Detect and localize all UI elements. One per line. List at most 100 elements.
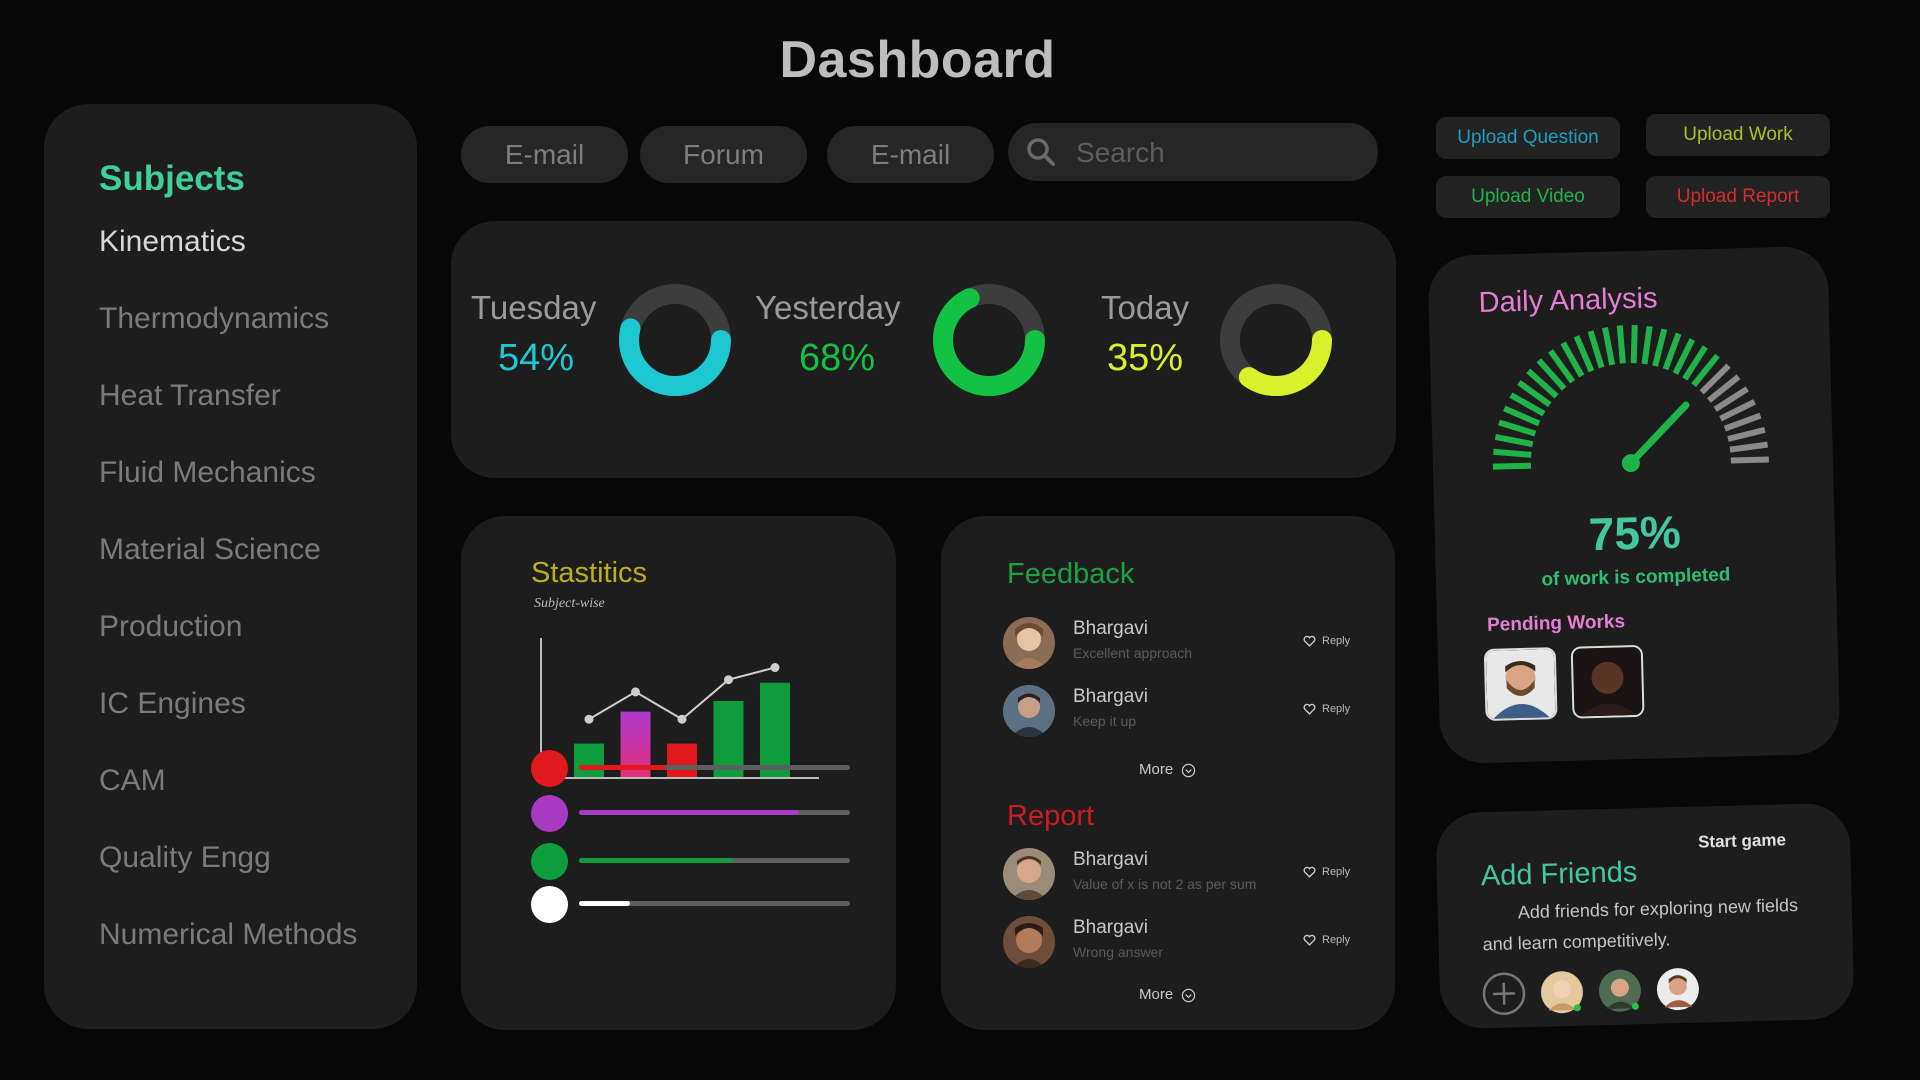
progress-percent: 35% (1107, 337, 1184, 379)
chart-bar (667, 743, 697, 777)
gauge-tick (1494, 433, 1534, 448)
gauge-tick (1641, 325, 1653, 365)
sidebar-item-ic-engines[interactable]: IC Engines (99, 687, 246, 721)
feedback-item: Bhargavi Excellent approach Reply (1003, 617, 1363, 673)
avatar (1003, 916, 1055, 968)
subjects-heading: Subjects (99, 159, 245, 198)
email-tab-2[interactable]: E-mail (827, 126, 994, 183)
upload-work-button[interactable]: Upload Work (1646, 114, 1830, 156)
commenter-name: Bhargavi (1073, 618, 1148, 639)
upload-question-button[interactable]: Upload Question (1436, 117, 1620, 159)
reply-label: Reply (1322, 866, 1351, 878)
sidebar-item-heat-transfer[interactable]: Heat Transfer (99, 379, 281, 413)
progress-dot (531, 886, 568, 923)
email-tab[interactable]: E-mail (461, 126, 628, 183)
sidebar-item-fluid-mechanics[interactable]: Fluid Mechanics (99, 456, 316, 490)
more-label: More (1139, 986, 1174, 1003)
avatar (1003, 617, 1055, 669)
sidebar-item-quality-engg[interactable]: Quality Engg (99, 841, 271, 875)
progress-percent: 68% (799, 337, 876, 379)
friend-avatar[interactable] (1597, 968, 1642, 1013)
avatar (1003, 848, 1055, 900)
heart-icon (1303, 934, 1316, 946)
search-input[interactable] (1074, 123, 1368, 183)
chevron-down-icon (1181, 988, 1196, 1002)
gauge-tick (1730, 456, 1769, 464)
completion-caption: of work is completed (1541, 564, 1731, 591)
search-box (1008, 123, 1378, 183)
reply-button[interactable]: Reply (1303, 703, 1350, 715)
friend-avatar[interactable] (1539, 970, 1584, 1015)
daily-analysis-title: Daily Analysis (1478, 282, 1658, 319)
chart-point (724, 675, 733, 685)
progress-fill (579, 765, 666, 770)
sidebar-item-cam[interactable]: CAM (99, 764, 166, 798)
commenter-name: Bhargavi (1073, 686, 1148, 707)
chart-bar (760, 682, 790, 777)
progress-fill (579, 901, 631, 906)
subjects-sidebar: Subjects Kinematics Thermodynamics Heat … (44, 104, 417, 1029)
sidebar-item-production[interactable]: Production (99, 610, 242, 644)
sidebar-item-numerical-methods[interactable]: Numerical Methods (99, 918, 357, 952)
upload-question-label: Upload Question (1457, 127, 1599, 148)
gauge-tick (1630, 325, 1638, 364)
avatar (1003, 685, 1055, 737)
sidebar-item-thermodynamics[interactable]: Thermodynamics (99, 302, 329, 336)
progress-day-label: Tuesday (471, 289, 597, 326)
sidebar-item-kinematics[interactable]: Kinematics (99, 225, 246, 259)
comment-text: Keep it up (1073, 713, 1137, 729)
add-friend-plus-icon[interactable] (1481, 971, 1526, 1016)
add-friends-description: Add friends for exploring new fields and… (1482, 894, 1799, 955)
upload-report-label: Upload Report (1676, 186, 1800, 207)
forum-tab[interactable]: Forum (640, 126, 807, 183)
pending-work-avatar[interactable] (1570, 644, 1645, 719)
progress-day-label: Today (1101, 289, 1190, 326)
chart-bar (574, 743, 604, 777)
reply-button[interactable]: Reply (1303, 934, 1350, 946)
pending-works-title: Pending Works (1486, 611, 1626, 636)
chart-point (584, 714, 594, 724)
statistics-title: Stastitics (531, 557, 648, 589)
chart-point (631, 687, 640, 697)
completion-percent: 75% (1588, 505, 1682, 561)
more-label: More (1139, 761, 1174, 778)
reply-button[interactable]: Reply (1303, 866, 1350, 878)
progress-track (579, 810, 850, 815)
chart-point (677, 714, 687, 724)
progress-percent: 54% (498, 337, 575, 379)
reply-button[interactable]: Reply (1303, 635, 1350, 647)
sidebar-item-material-science[interactable]: Material Science (99, 533, 321, 567)
chart-point (770, 663, 780, 673)
gauge-tick (1729, 441, 1769, 453)
upload-video-label: Upload Video (1471, 186, 1585, 207)
progress-track (579, 765, 850, 770)
statistics-panel: Stastitics Subject-wise (461, 516, 896, 1030)
pending-work-avatar[interactable] (1483, 647, 1558, 721)
comment-text: Excellent approach (1073, 645, 1193, 661)
feedback-item: Bhargavi Keep it up Reply (1003, 685, 1363, 741)
upload-report-button[interactable]: Upload Report (1646, 176, 1830, 218)
heart-icon (1303, 703, 1316, 715)
progress-dot (531, 843, 568, 880)
report-item: Bhargavi Wrong answer Reply (1003, 916, 1363, 972)
start-game-button[interactable]: Start game (1698, 830, 1786, 852)
progress-dot (531, 795, 568, 832)
completion-gauge (1492, 325, 1769, 473)
gauge-tick (1652, 328, 1668, 367)
gauge-tick (1602, 326, 1616, 366)
report-more-button[interactable]: More (1139, 986, 1196, 1003)
progress-fill (579, 810, 799, 815)
commenter-name: Bhargavi (1073, 917, 1148, 938)
comment-text: Value of x is not 2 as per sum (1073, 876, 1257, 892)
friend-avatar[interactable] (1655, 967, 1700, 1012)
commenter-name: Bhargavi (1073, 849, 1148, 870)
daily-analysis-panel: Daily Analysis 75% of work is completed … (1427, 245, 1841, 765)
upload-video-button[interactable]: Upload Video (1436, 176, 1620, 218)
gauge-needle (1627, 401, 1690, 467)
feedback-more-button[interactable]: More (1139, 761, 1196, 778)
feedback-report-panel: Feedback Bhargavi Excellent approach Rep… (941, 516, 1395, 1030)
comment-text: Wrong answer (1073, 944, 1164, 960)
gauge-tick (1616, 325, 1626, 364)
gauge-tick (1723, 412, 1762, 432)
progress-donut (619, 284, 731, 396)
